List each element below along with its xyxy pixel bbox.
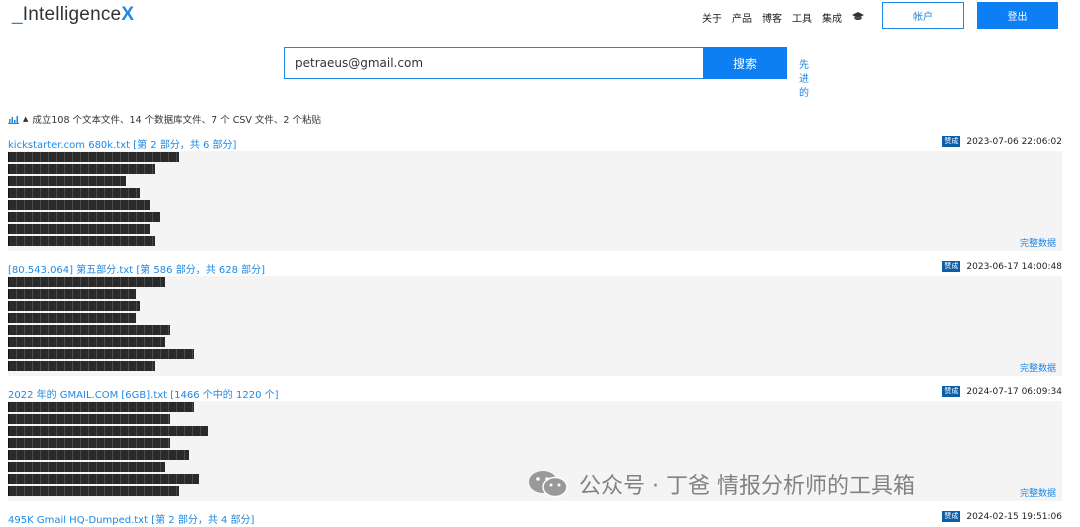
redacted-line [8,414,170,424]
result-meta: 赞成 2023-06-17 14:00:48 [942,261,1062,272]
result-item: kickstarter.com 680k.txt [第 2 部分，共 6 部分]… [8,136,1062,254]
redacted-line [8,450,189,460]
result-date: 2023-06-17 14:00:48 [966,261,1062,272]
result-meta: 赞成 2023-07-06 22:06:02 [942,136,1062,147]
result-date: 2024-07-17 06:09:34 [966,386,1062,397]
result-preview: 完整数据 [8,276,1062,376]
status-badge: 赞成 [942,136,961,147]
redacted-line [8,349,194,359]
watermark-text: 公众号 · 丁爸 情报分析师的工具箱 [579,474,915,499]
result-item: [80.543.064] 第五部分.txt [第 586 部分，共 628 部分… [8,261,1062,379]
logout-button[interactable]: 登出 [977,2,1058,29]
redacted-line [8,462,165,472]
redacted-line [8,289,136,299]
status-badge: 赞成 [942,386,961,397]
redacted-line [8,164,155,174]
watermark: 公众号 · 丁爸 情报分析师的工具箱 [527,468,915,500]
redacted-line [8,212,160,222]
logo-text: Intelligence [22,4,122,25]
redacted-line [8,361,155,371]
logo-underscore: _ [12,4,23,25]
nav-blog[interactable]: 博客 [762,10,782,25]
full-data-link[interactable]: 完整数据 [1020,236,1056,249]
redacted-line [8,176,126,186]
redacted-line [8,438,170,448]
full-data-link[interactable]: 完整数据 [1020,361,1056,374]
result-title[interactable]: [80.543.064] 第五部分.txt [第 586 部分，共 628 部分… [8,261,265,276]
redacted-line [8,474,199,484]
summary-text: 成立108 个文本文件、14 个数据库文件、7 个 CSV 文件、2 个粘贴 [32,115,321,126]
advanced-search-link[interactable]: 先 进 的 [797,59,811,101]
search-bar: 搜索 [284,47,787,79]
nav-products[interactable]: 产品 [732,10,752,25]
result-title[interactable]: 495K Gmail HQ-Dumped.txt [第 2 部分，共 4 部分] [8,511,254,526]
top-header: _IntelligenceX 关于 产品 博客 工具 集成 帐户 登出 [0,0,1080,40]
account-button[interactable]: 帐户 [882,2,964,29]
logo[interactable]: _IntelligenceX [12,4,134,26]
triangle-up-icon[interactable]: ▲ [23,115,28,123]
redacted-line [8,200,150,210]
full-data-link[interactable]: 完整数据 [1020,486,1056,499]
nav-tools[interactable]: 工具 [792,10,812,25]
result-title[interactable]: kickstarter.com 680k.txt [第 2 部分，共 6 部分] [8,136,236,151]
result-title[interactable]: 2022 年的 GMAIL.COM [6GB].txt [1466 个中的 12… [8,386,279,401]
redacted-line [8,188,140,198]
redacted-line [8,277,165,287]
status-badge: 赞成 [942,511,961,522]
redacted-line [8,313,136,323]
redacted-line [8,301,140,311]
result-meta: 赞成 2024-02-15 19:51:06 [942,511,1062,522]
search-input[interactable] [284,47,704,79]
wechat-icon [527,469,571,499]
redacted-line [8,426,208,436]
nav-integrations[interactable]: 集成 [822,10,842,25]
redacted-line [8,152,179,162]
graduation-cap-icon[interactable] [852,11,864,24]
result-date: 2023-07-06 22:06:02 [966,136,1062,147]
result-preview: 完整数据 [8,151,1062,251]
logo-x: X [121,4,135,25]
results-summary: ▲ 成立108 个文本文件、14 个数据库文件、7 个 CSV 文件、2 个粘贴 [8,112,321,126]
nav-about[interactable]: 关于 [702,10,722,25]
result-date: 2024-02-15 19:51:06 [966,511,1062,522]
redacted-line [8,337,165,347]
result-meta: 赞成 2024-07-17 06:09:34 [942,386,1062,397]
redacted-line [8,486,179,496]
redacted-line [8,325,170,335]
redacted-line [8,236,155,246]
result-item: 495K Gmail HQ-Dumped.txt [第 2 部分，共 4 部分]… [8,511,1062,527]
status-badge: 赞成 [942,261,961,272]
redacted-line [8,402,194,412]
redacted-line [8,224,150,234]
bar-chart-icon[interactable] [8,115,19,124]
main-nav: 关于 产品 博客 工具 集成 [702,10,864,25]
search-button[interactable]: 搜索 [703,47,787,79]
